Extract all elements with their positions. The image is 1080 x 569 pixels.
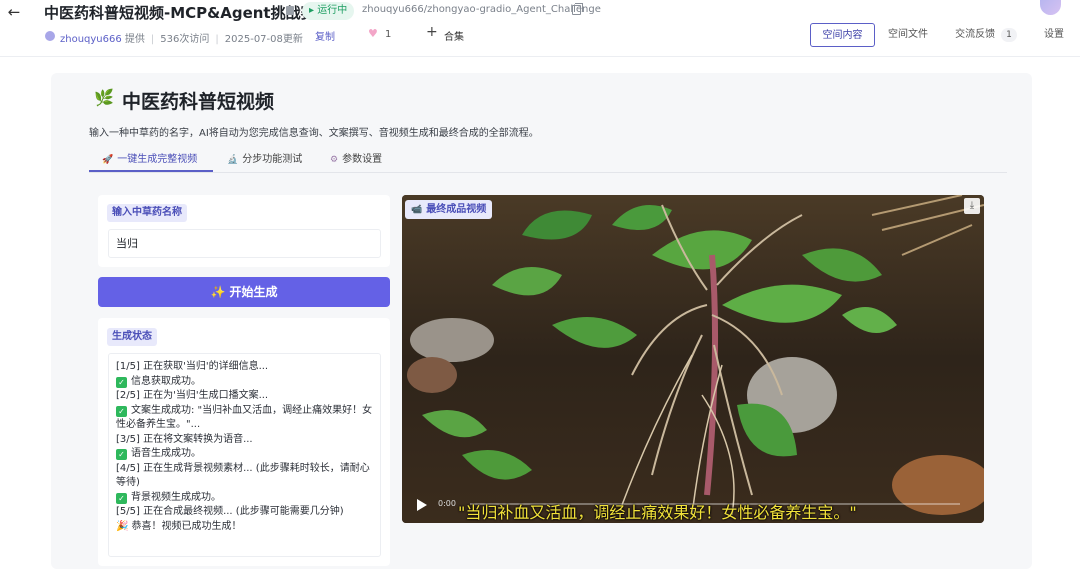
status-line: ✓ 文案生成成功: "当归补血又活血，调经止痛效果好！女性必备养生宝。"... — [116, 404, 373, 433]
app-title: 中医药科普短视频 — [122, 91, 275, 113]
visit-count: 536次访问 — [160, 34, 210, 45]
tab-settings[interactable]: 设置 — [1036, 23, 1072, 47]
status-line: [1/5] 正在获取'当归'的详细信息... — [116, 361, 269, 372]
app-description: 输入一种中草药的名字，AI将自动为您完成信息查询、文案撰写、音视频生成和最终合成… — [89, 128, 539, 139]
tab-parameters-label: 参数设置 — [342, 154, 383, 165]
feedback-label: 交流反馈 — [955, 29, 996, 40]
back-arrow-icon[interactable]: ← — [6, 4, 22, 20]
status-line: 🎉 恭喜！视频已成功生成！ — [116, 520, 373, 535]
tab-parameters[interactable]: ⚙ 参数设置 — [330, 150, 382, 172]
user-avatar[interactable] — [1040, 0, 1061, 15]
like-count: 1 — [385, 29, 392, 40]
tab-space-files[interactable]: 空间文件 — [880, 23, 936, 47]
video-time: 0:00 — [438, 499, 456, 508]
check-icon: ✓ — [116, 492, 127, 504]
space-meta: zhouqyu666 提供 | 536次访问 | 2025-07-08更新 — [60, 34, 303, 45]
copy-button[interactable]: 复制 — [315, 28, 335, 43]
herb-icon: 🌿 — [94, 88, 114, 107]
status-line: [5/5] 正在合成最终视频... (此步骤可能需要几分钟) — [116, 506, 344, 517]
start-generate-button[interactable]: ✨ 开始生成 — [98, 277, 390, 307]
status-text: 背景视频生成成功。 — [131, 491, 221, 503]
check-icon: ✓ — [116, 405, 127, 417]
copy-icon[interactable] — [572, 3, 583, 15]
top-bar: ← 中医药科普短视频-MCP&Agent挑战赛 ▸ 运行中 zhouqyu666… — [0, 0, 1080, 57]
status-line: [2/5] 正在为'当归'生成口播文案... — [116, 390, 269, 401]
party-icon: 🎉 — [116, 520, 129, 532]
check-icon: ✓ — [116, 449, 127, 460]
tab-one-click-label: 一键生成完整视频 — [117, 154, 198, 165]
document-icon — [286, 6, 294, 15]
provider-suffix: 提供 — [124, 34, 145, 45]
tab-step-test[interactable]: 🔬 分步功能测试 — [227, 150, 302, 172]
heart-icon[interactable]: ♥ — [368, 27, 378, 40]
video-label-text: 最终成品视频 — [426, 204, 487, 215]
plus-icon[interactable]: + — [426, 24, 438, 40]
herb-name-input[interactable]: 当归 — [108, 229, 381, 258]
status-badge-label: 运行中 — [317, 5, 348, 16]
tabs-divider — [89, 172, 1007, 173]
provider-link[interactable]: zhouqyu666 — [60, 34, 122, 45]
video-subtitle: "当归补血又活血，调经止痛效果好！女性必备养生宝。" — [458, 503, 857, 522]
video-camera-icon: 📹 — [411, 205, 423, 215]
status-line: [4/5] 正在生成背景视频素材... (此步骤耗时较长，请耐心等待) — [116, 462, 370, 489]
status-log[interactable]: [1/5] 正在获取'当归'的详细信息... ✓ 信息获取成功。 [2/5] 正在… — [108, 353, 381, 557]
play-icon[interactable] — [411, 495, 431, 515]
gear-icon: ⚙ — [330, 155, 339, 165]
collection-button[interactable]: 合集 — [444, 28, 464, 43]
space-title: 中医药科普短视频-MCP&Agent挑战赛 — [44, 4, 316, 22]
avatar — [45, 31, 55, 41]
video-frame-herb-plant — [402, 195, 984, 523]
status-line: ✓ 信息获取成功。 — [116, 375, 373, 390]
sparkle-icon: ✨ — [210, 285, 226, 299]
video-label: 📹 最终成品视频 — [405, 200, 493, 219]
status-text: 恭喜！视频已成功生成！ — [131, 520, 242, 532]
input-label: 输入中草药名称 — [107, 204, 187, 222]
status-text: 语音生成成功。 — [131, 448, 201, 459]
tab-feedback[interactable]: 交流反馈 1 — [946, 23, 1026, 47]
status-label: 生成状态 — [107, 328, 157, 346]
rocket-icon: 🚀 — [102, 155, 114, 165]
video-player[interactable] — [402, 195, 984, 523]
status-text: 信息获取成功。 — [131, 375, 201, 387]
status-line: ✓ 背景视频生成成功。 — [116, 491, 373, 506]
check-icon: ✓ — [116, 376, 127, 388]
tab-step-test-label: 分步功能测试 — [242, 154, 303, 165]
start-generate-label: 开始生成 — [229, 285, 278, 299]
status-line: [3/5] 正在将文案转换为语音... — [116, 433, 253, 445]
status-text: 文案生成成功: "当归补血又活血，调经止痛效果好！女性必备养生宝。"... — [116, 404, 373, 431]
status-line: ✓ 语音生成成功。 — [116, 447, 373, 462]
tab-one-click[interactable]: 🚀 一键生成完整视频 — [89, 150, 213, 172]
repo-path: zhouqyu666/zhongyao-gradio_Agent_Challen… — [362, 4, 601, 15]
microscope-icon: 🔬 — [227, 155, 239, 165]
download-icon[interactable]: ⤓ — [964, 198, 980, 214]
tab-space-content[interactable]: 空间内容 — [810, 23, 875, 47]
status-badge: ▸ 运行中 — [302, 2, 355, 20]
feedback-count: 1 — [1001, 28, 1017, 42]
update-date: 2025-07-08更新 — [224, 34, 303, 45]
